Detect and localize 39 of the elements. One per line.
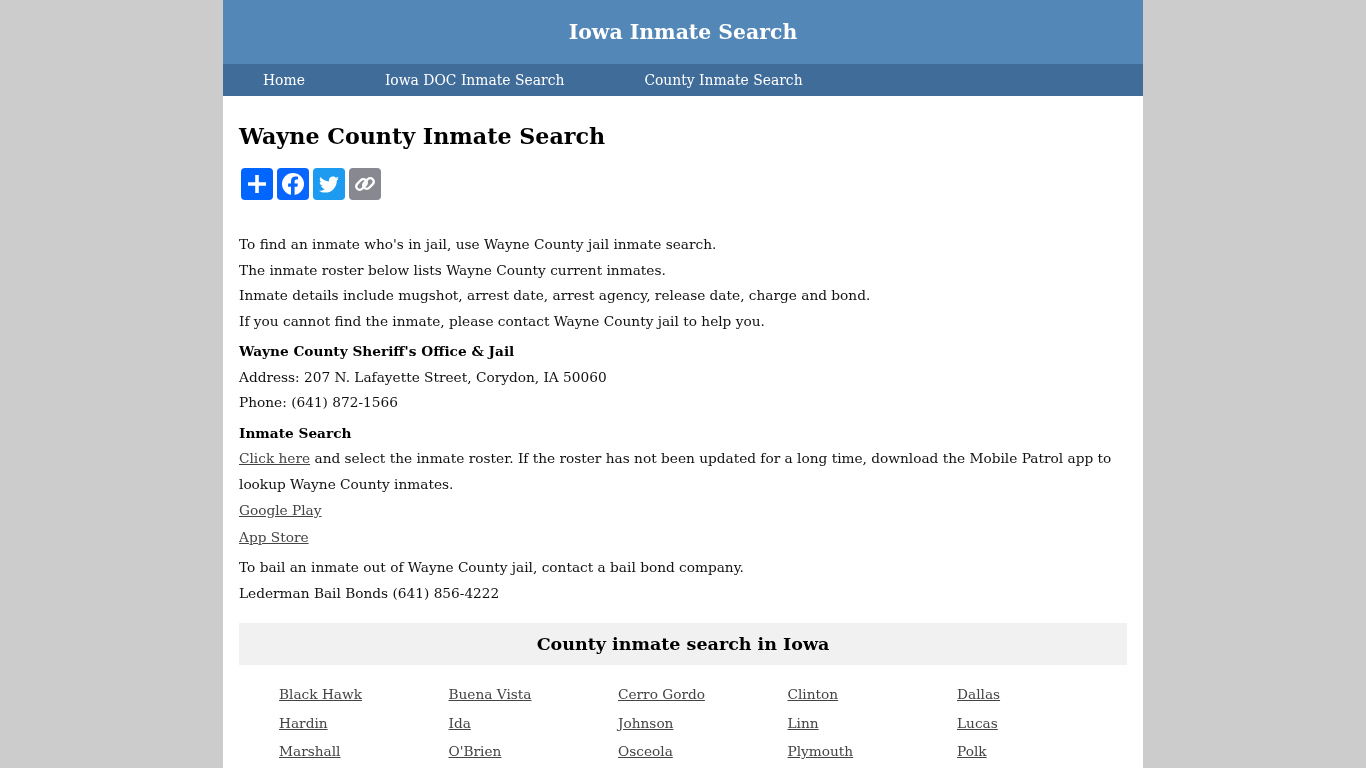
phone-text: Phone: (641) 872-1566 xyxy=(239,393,399,412)
county-link[interactable]: Plymouth xyxy=(787,739,854,765)
county-link[interactable]: Johnson xyxy=(618,710,674,736)
county-link[interactable]: Clinton xyxy=(787,682,839,708)
bail-text: To bail an inmate out of Wayne County jail, contact a bail bond company. xyxy=(239,558,745,577)
nav-link[interactable]: Home xyxy=(223,64,345,96)
nav-link[interactable]: Iowa DOC Inmate Search xyxy=(344,64,605,96)
county-link[interactable]: Ida xyxy=(448,710,471,736)
county-link[interactable]: Hardin xyxy=(279,710,328,736)
plus-icon[interactable] xyxy=(241,168,273,200)
county-link[interactable]: Dallas xyxy=(957,682,1001,708)
intro-text: The inmate roster below lists Wayne County current inmates. xyxy=(239,260,667,280)
county-link[interactable]: Black Hawk xyxy=(279,682,362,708)
county-link[interactable]: Lucas xyxy=(957,710,998,736)
page-title: Wayne County Inmate Search xyxy=(239,122,607,151)
intro-text: If you cannot find the inmate, please contact Wayne County jail to help you. xyxy=(239,311,766,331)
nav-link[interactable]: County Inmate Search xyxy=(604,64,843,96)
county-link[interactable]: Polk xyxy=(957,739,987,765)
facebook-icon[interactable] xyxy=(277,168,309,200)
app-store-link[interactable]: Google Play xyxy=(239,497,322,523)
county-link[interactable]: O'Brien xyxy=(448,739,502,765)
intro-text: Inmate details include mugshot, arrest date, arrest agency, release date, charge and bond. xyxy=(239,286,872,305)
inmate-search-text: Click here and select the inmate roster. If the roster has not been updated for a long time, download the Mobile Patrol app to lookup Wayne County inmates. xyxy=(239,449,1113,494)
section-heading: Wayne County Sheriff's Office & Jail xyxy=(239,342,516,361)
county-link[interactable]: Linn xyxy=(787,710,819,736)
county-link[interactable]: Buena Vista xyxy=(448,682,532,708)
site-title: Iowa Inmate Search xyxy=(568,20,798,44)
click-here-link[interactable]: Click here xyxy=(239,450,311,466)
section-heading: Inmate Search xyxy=(239,423,353,443)
county-link[interactable]: Marshall xyxy=(279,739,341,765)
bail-text: Lederman Bail Bonds (641) 856-4222 xyxy=(239,583,501,603)
app-store-link[interactable]: App Store xyxy=(239,523,309,550)
county-link[interactable]: Osceola xyxy=(618,739,673,765)
county-link[interactable]: Cerro Gordo xyxy=(618,682,705,708)
county-section-title: County inmate search in Iowa xyxy=(536,634,830,654)
address-text: Address: 207 N. Lafayette Street, Corydon, IA 50060 xyxy=(239,367,608,387)
link-icon[interactable] xyxy=(349,168,381,200)
bird-icon[interactable] xyxy=(313,168,345,200)
intro-text: To find an inmate who's in jail, use Wayne County jail inmate search. xyxy=(239,235,718,254)
